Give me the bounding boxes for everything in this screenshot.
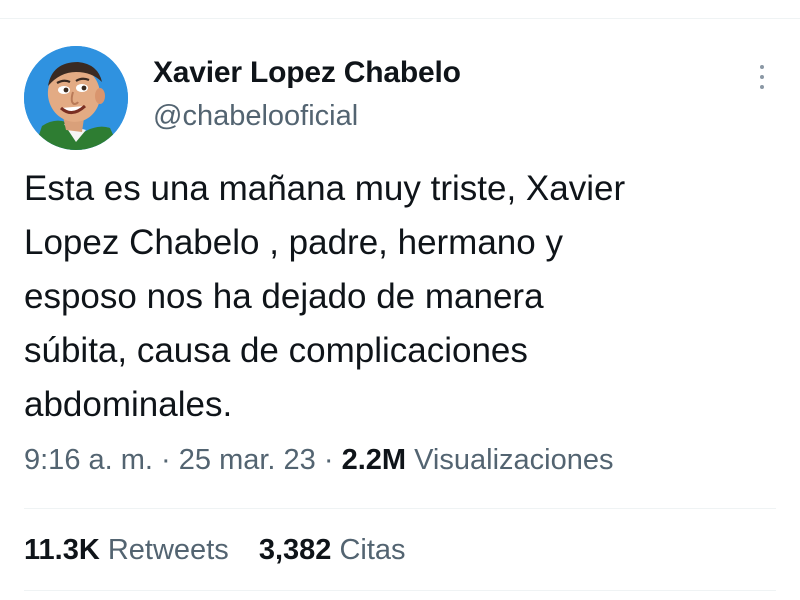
more-options-icon[interactable]	[752, 62, 772, 92]
user-display-name[interactable]: Xavier Lopez Chabelo	[153, 56, 461, 90]
meta-separator: ·	[315, 444, 342, 476]
user-handle[interactable]: @chabelooficial	[153, 100, 358, 133]
views-label: Visualizaciones	[414, 444, 614, 476]
stats-bottom-divider	[24, 590, 776, 591]
tweet-time[interactable]: 9:16 a. m.	[24, 444, 153, 476]
quotes-stat[interactable]: 3,382 Citas	[259, 534, 406, 567]
views-count: 2.2M	[341, 444, 407, 476]
meta-separator: ·	[152, 444, 179, 476]
retweets-label: Retweets	[107, 534, 229, 566]
tweet-header: Xavier Lopez Chabelo @chabelooficial	[24, 46, 776, 150]
quotes-label: Citas	[339, 534, 406, 566]
avatar[interactable]	[24, 46, 128, 150]
quotes-count: 3,382	[258, 534, 332, 566]
stats-top-divider	[24, 508, 776, 509]
tweet-stats: 11.3K Retweets 3,382 Citas	[24, 534, 428, 567]
retweets-count: 11.3K	[24, 534, 100, 566]
tweet-date[interactable]: 25 mar. 23	[179, 444, 316, 476]
avatar-image	[24, 46, 128, 150]
top-divider	[0, 18, 800, 19]
tweet-text: Esta es una mañana muy triste, Xavier Lo…	[24, 169, 626, 424]
retweets-stat[interactable]: 11.3K Retweets	[24, 534, 229, 567]
tweet-meta: 9:16 a. m. · 25 mar. 23 · 2.2M Visualiza…	[24, 444, 613, 477]
